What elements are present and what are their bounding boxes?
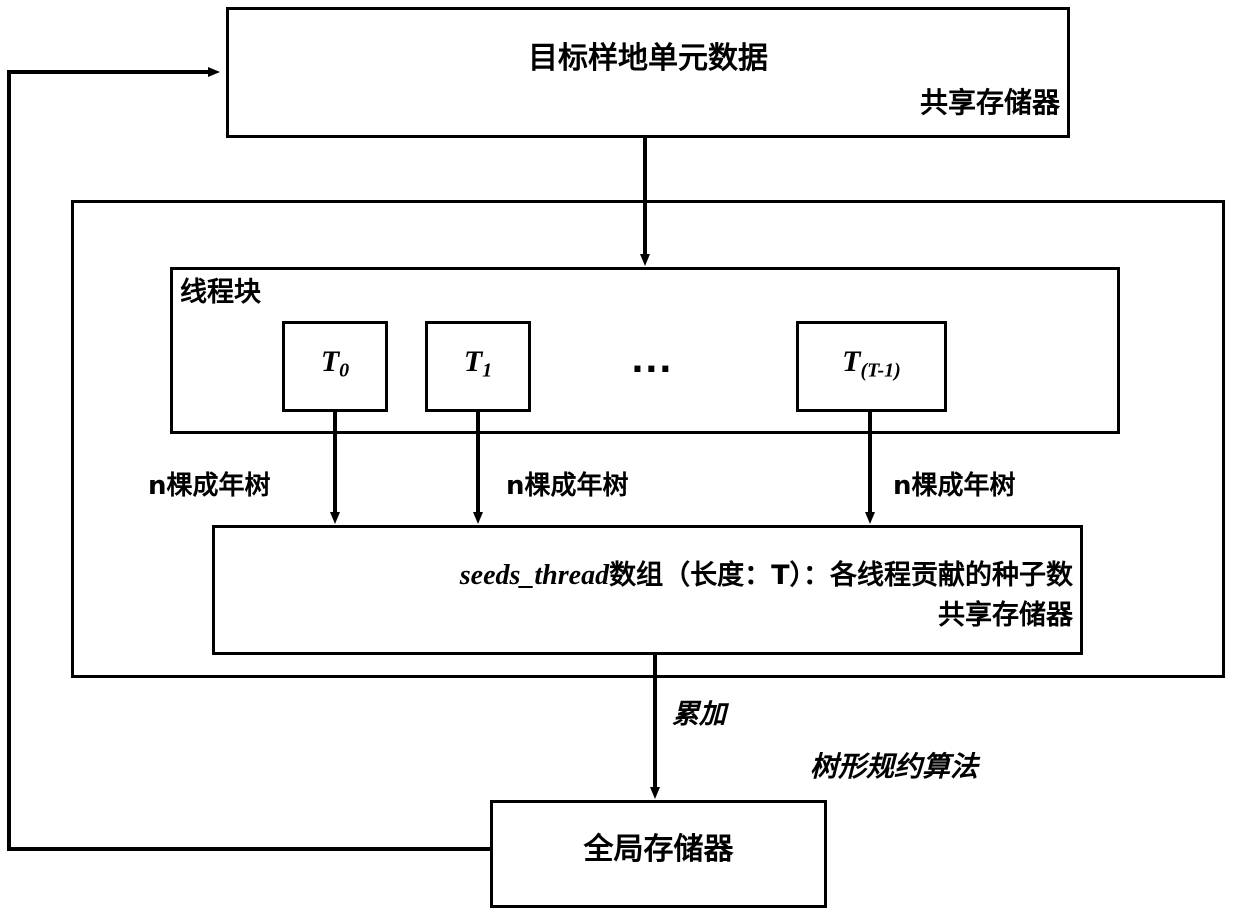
edge-label-trees-0: n棵成年树 (148, 471, 271, 501)
thread-cell-last-label: T(T-1) (796, 345, 947, 382)
tree-reduction-algorithm-label: 树形规约算法 (810, 750, 979, 783)
seeds-thread-memory-label: 共享存储器 (938, 600, 1073, 631)
diagram-canvas: 目标样地单元数据 共享存储器 线程块 T0 T1 ... T(T-1) n棵成年… (0, 0, 1238, 911)
edge-label-trees-2: n棵成年树 (893, 471, 1016, 501)
thread-cell-0-label: T0 (282, 345, 388, 382)
thread-last-base: T (842, 345, 861, 378)
thread-cell-1-label: T1 (425, 345, 531, 382)
thread-ellipsis: ... (631, 341, 673, 381)
seeds-thread-main-label: seeds_thread数组（长度：T）：各线程贡献的种子数 (212, 553, 1073, 592)
thread-1-sub: 1 (482, 359, 493, 382)
target-data-memory-label: 共享存储器 (919, 86, 1060, 119)
target-data-label: 目标样地单元数据 (528, 41, 768, 76)
thread-0-sub: 0 (339, 359, 350, 382)
thread-0-base: T (320, 345, 340, 378)
accumulate-label: 累加 (672, 699, 726, 730)
global-memory-label: 全局存储器 (583, 832, 734, 867)
edge-label-trees-1: n棵成年树 (506, 471, 629, 501)
seeds-thread-code: seeds_thread (459, 560, 610, 591)
thread-last-sub: (T-1) (860, 359, 901, 382)
thread-block-label: 线程块 (180, 277, 261, 308)
seeds-thread-description: 数组（长度：T）：各线程贡献的种子数 (609, 560, 1073, 591)
thread-1-base: T (463, 345, 483, 378)
